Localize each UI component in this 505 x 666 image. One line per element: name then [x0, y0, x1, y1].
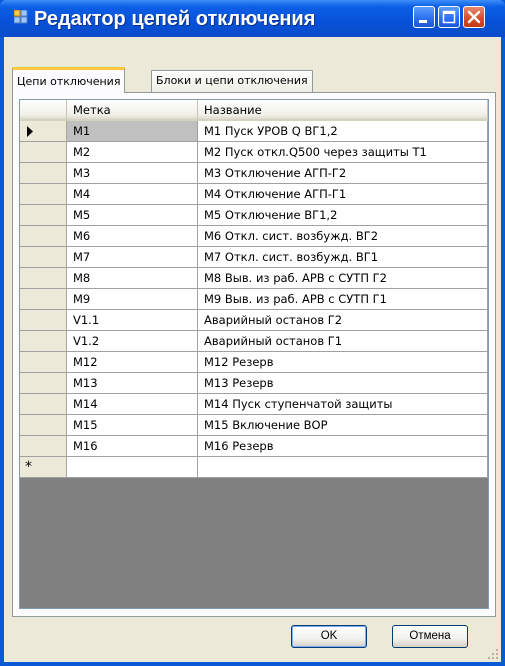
close-button[interactable] — [463, 6, 485, 28]
cell-label[interactable]: M4 — [67, 184, 198, 205]
new-cell-name[interactable] — [198, 457, 488, 478]
cell-label[interactable]: M7 — [67, 247, 198, 268]
table-row[interactable]: M7 M7 Откл. сист. возбужд. ВГ1 — [20, 247, 488, 268]
cell-label[interactable]: M15 — [67, 415, 198, 436]
row-header[interactable] — [20, 121, 67, 142]
column-header-name[interactable]: Название — [198, 100, 488, 121]
table-row[interactable]: M13 M13 Резерв — [20, 373, 488, 394]
row-header[interactable] — [20, 415, 67, 436]
cell-name[interactable]: M6 Откл. сист. возбужд. ВГ2 — [198, 226, 488, 247]
table-row[interactable]: V1.2 Аварийный останов Г1 — [20, 331, 488, 352]
cell-label[interactable]: M12 — [67, 352, 198, 373]
cell-label[interactable]: M5 — [67, 205, 198, 226]
grid-corner-header[interactable] — [20, 100, 67, 121]
row-header[interactable] — [20, 310, 67, 331]
cell-name[interactable]: M3 Отключение АГП-Г2 — [198, 163, 488, 184]
table-row[interactable]: M8 M8 Выв. из раб. АРВ с СУТП Г2 — [20, 268, 488, 289]
table-row[interactable]: M16 M16 Резерв — [20, 436, 488, 457]
tab-panel: Метка Название M1 M1 Пуск УРОВ Q ВГ1,2 M… — [12, 92, 496, 617]
new-row-header[interactable]: * — [20, 457, 67, 478]
row-header[interactable] — [20, 331, 67, 352]
new-row[interactable]: * — [20, 457, 488, 478]
cell-label[interactable]: M13 — [67, 373, 198, 394]
table-row[interactable]: M5 M5 Отключение ВГ1,2 — [20, 205, 488, 226]
cell-name[interactable]: M9 Выв. из раб. АРВ с СУТП Г1 — [198, 289, 488, 310]
table-row[interactable]: M2 M2 Пуск откл.Q500 через защиты Т1 — [20, 142, 488, 163]
cancel-button[interactable]: Отмена — [392, 625, 468, 648]
table-row[interactable]: M15 M15 Включение ВОР — [20, 415, 488, 436]
table-row[interactable]: M4 M4 Отключение АГП-Г1 — [20, 184, 488, 205]
row-header[interactable] — [20, 436, 67, 457]
trip-circuits-grid[interactable]: Метка Название M1 M1 Пуск УРОВ Q ВГ1,2 M… — [19, 99, 489, 609]
row-header[interactable] — [20, 373, 67, 394]
title-bar[interactable]: Редактор цепей отключения — [0, 0, 505, 37]
grid-header-row: Метка Название — [20, 100, 488, 121]
cell-name[interactable]: M12 Резерв — [198, 352, 488, 373]
cell-label[interactable]: M3 — [67, 163, 198, 184]
cell-name[interactable]: M5 Отключение ВГ1,2 — [198, 205, 488, 226]
minimize-icon — [419, 20, 427, 23]
row-header[interactable] — [20, 268, 67, 289]
cell-label[interactable]: M14 — [67, 394, 198, 415]
cell-name[interactable]: M14 Пуск ступенчатой защиты — [198, 394, 488, 415]
cell-label[interactable]: V1.1 — [67, 310, 198, 331]
cell-name[interactable]: M2 Пуск откл.Q500 через защиты Т1 — [198, 142, 488, 163]
cell-label[interactable]: M6 — [67, 226, 198, 247]
column-header-label[interactable]: Метка — [67, 100, 198, 121]
table-row[interactable]: M6 M6 Откл. сист. возбужд. ВГ2 — [20, 226, 488, 247]
app-window-icon — [14, 10, 28, 24]
cell-name[interactable]: M8 Выв. из раб. АРВ с СУТП Г2 — [198, 268, 488, 289]
tab-trip-circuits[interactable]: Цепи отключения — [12, 67, 126, 93]
table-row[interactable]: M3 M3 Отключение АГП-Г2 — [20, 163, 488, 184]
dialog-window: Редактор цепей отключения Цепи отключени… — [0, 0, 505, 666]
row-header[interactable] — [20, 289, 67, 310]
maximize-icon — [442, 10, 456, 24]
cell-name[interactable]: Аварийный останов Г1 — [198, 331, 488, 352]
table-row[interactable]: M12 M12 Резерв — [20, 352, 488, 373]
table-row[interactable]: M14 M14 Пуск ступенчатой защиты — [20, 394, 488, 415]
cell-name[interactable]: M1 Пуск УРОВ Q ВГ1,2 — [198, 121, 488, 142]
cell-name[interactable]: M16 Резерв — [198, 436, 488, 457]
cell-name[interactable]: M7 Откл. сист. возбужд. ВГ1 — [198, 247, 488, 268]
cell-label[interactable]: V1.2 — [67, 331, 198, 352]
row-header[interactable] — [20, 247, 67, 268]
table-row[interactable]: M9 M9 Выв. из раб. АРВ с СУТП Г1 — [20, 289, 488, 310]
row-header[interactable] — [20, 352, 67, 373]
tab-blocks-and-circuits[interactable]: Блоки и цепи отключения — [151, 70, 313, 92]
ok-button[interactable]: OK — [291, 625, 367, 648]
cell-name[interactable]: Аварийный останов Г2 — [198, 310, 488, 331]
minimize-button[interactable] — [413, 6, 435, 28]
row-header[interactable] — [20, 226, 67, 247]
row-header[interactable] — [20, 142, 67, 163]
row-header[interactable] — [20, 184, 67, 205]
row-pointer-icon — [27, 126, 33, 137]
cell-label[interactable]: M1 — [67, 121, 198, 142]
table-row[interactable]: V1.1 Аварийный останов Г2 — [20, 310, 488, 331]
cell-name[interactable]: M15 Включение ВОР — [198, 415, 488, 436]
new-row-marker: * — [25, 459, 32, 475]
resize-grip-icon[interactable] — [487, 648, 499, 660]
cell-label[interactable]: M2 — [67, 142, 198, 163]
window-title: Редактор цепей отключения — [34, 8, 316, 30]
row-header[interactable] — [20, 163, 67, 184]
cell-label[interactable]: M8 — [67, 268, 198, 289]
row-header[interactable] — [20, 205, 67, 226]
cell-name[interactable]: M13 Резерв — [198, 373, 488, 394]
cell-name[interactable]: M4 Отключение АГП-Г1 — [198, 184, 488, 205]
dialog-client-area: Цепи отключения Блоки и цепи отключения … — [4, 37, 501, 662]
table-row[interactable]: M1 M1 Пуск УРОВ Q ВГ1,2 — [20, 121, 488, 142]
cell-label[interactable]: M9 — [67, 289, 198, 310]
maximize-button[interactable] — [438, 6, 460, 28]
close-icon — [467, 10, 481, 24]
row-header[interactable] — [20, 394, 67, 415]
new-cell-label[interactable] — [67, 457, 198, 478]
cell-label[interactable]: M16 — [67, 436, 198, 457]
